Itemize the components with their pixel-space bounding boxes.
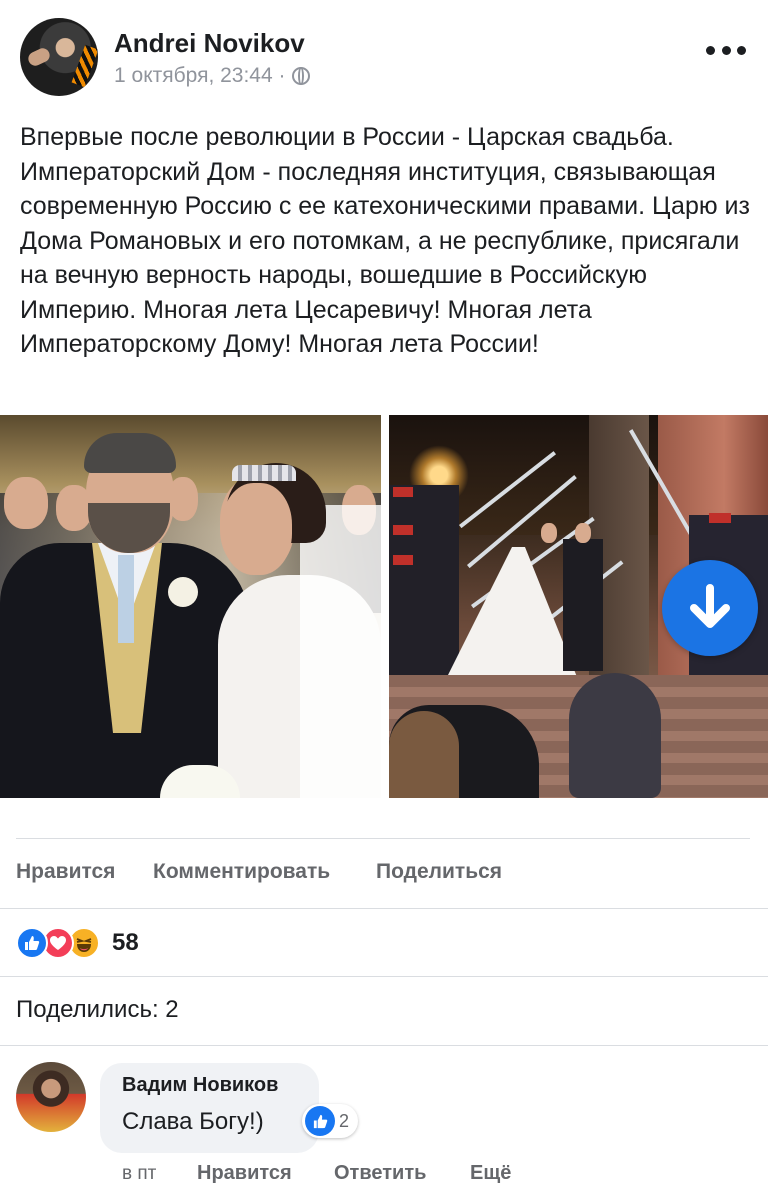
divider — [0, 976, 768, 977]
comment-button[interactable]: Комментировать — [153, 860, 330, 884]
like-button[interactable]: Нравится — [16, 860, 115, 884]
dot — [721, 45, 731, 55]
comment-reply-button[interactable]: Ответить — [334, 1162, 426, 1185]
shares-count[interactable]: Поделились: 2 — [16, 996, 179, 1024]
author-name[interactable]: Andrei Novikov — [114, 28, 305, 59]
arrow-down-icon — [690, 584, 730, 628]
reaction-count: 58 — [112, 929, 139, 956]
comment-time: в пт — [122, 1163, 157, 1184]
comment-reaction-count: 2 — [339, 1110, 350, 1131]
dot — [706, 45, 715, 55]
share-button[interactable]: Поделиться — [376, 860, 502, 884]
download-button[interactable] — [662, 560, 758, 656]
globe-icon — [291, 67, 310, 85]
photo-couple[interactable] — [0, 415, 381, 798]
commenter-avatar[interactable] — [16, 1062, 86, 1132]
more-options-button[interactable] — [706, 38, 746, 62]
comment-reactions[interactable]: 2 — [302, 1104, 359, 1138]
divider — [16, 838, 750, 839]
like-icon — [305, 1106, 335, 1136]
like-icon — [16, 927, 48, 959]
comment-text: Слава Богу!) — [122, 1108, 264, 1135]
comment-like-button[interactable]: Нравится — [197, 1162, 292, 1185]
dot — [737, 45, 746, 55]
author-avatar[interactable] — [20, 18, 98, 96]
post-text: Впервые после революции в России - Царск… — [20, 123, 750, 358]
comment-more-button[interactable]: Ещё — [470, 1162, 511, 1185]
commenter-name[interactable]: Вадим Новиков — [122, 1074, 278, 1097]
post-meta: 1 октября, 23:44 · — [114, 64, 310, 88]
divider — [0, 908, 768, 909]
post-timestamp[interactable]: 1 октября, 23:44 · — [114, 64, 286, 88]
reactions-summary[interactable]: 58 — [16, 926, 139, 960]
divider — [0, 1045, 768, 1046]
